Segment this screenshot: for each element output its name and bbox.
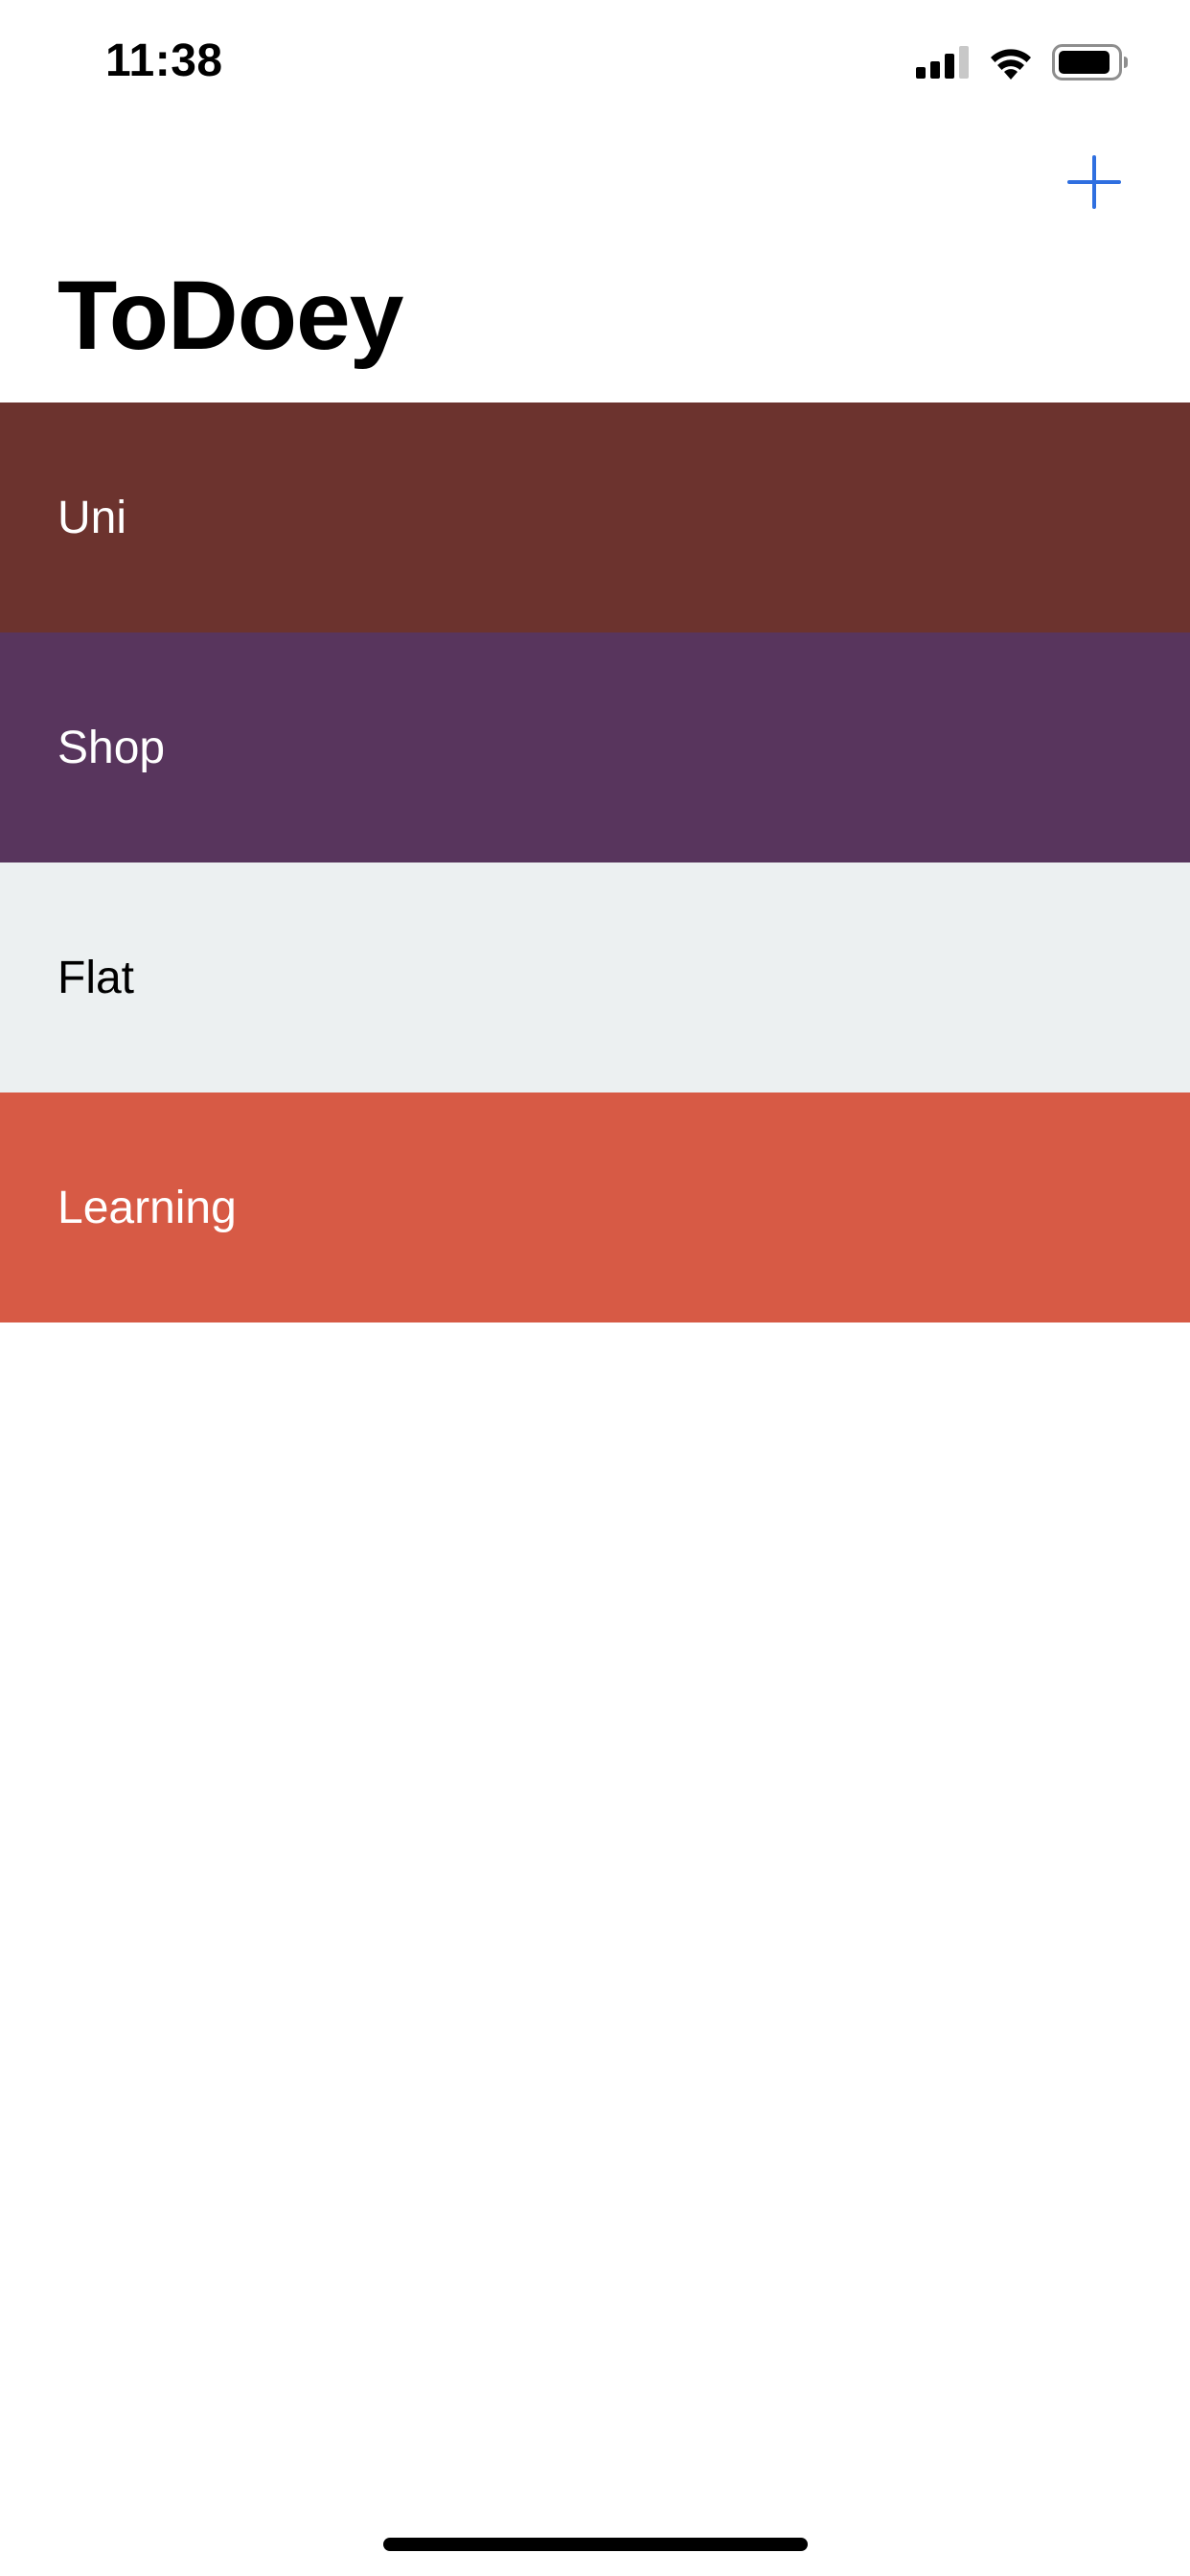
home-indicator[interactable] [383, 2538, 808, 2551]
battery-icon [1052, 44, 1128, 80]
category-label: Shop [57, 722, 166, 773]
page-title: ToDoey [57, 261, 403, 370]
status-time: 11:38 [105, 35, 223, 86]
status-icons [916, 44, 1129, 80]
category-row-flat[interactable]: Flat [0, 862, 1190, 1092]
category-label: Uni [57, 492, 127, 543]
category-row-shop[interactable]: Shop [0, 632, 1190, 862]
category-label: Flat [57, 952, 135, 1003]
plus-icon [1067, 155, 1121, 209]
category-list: Uni Shop Flat Learning [0, 402, 1190, 1322]
signal-icon [916, 46, 969, 79]
category-row-uni[interactable]: Uni [0, 402, 1190, 632]
add-category-button[interactable] [1065, 153, 1123, 211]
status-bar: 11:38 [0, 0, 1190, 126]
category-label: Learning [57, 1182, 237, 1233]
wifi-icon [991, 49, 1031, 80]
category-row-learning[interactable]: Learning [0, 1092, 1190, 1322]
